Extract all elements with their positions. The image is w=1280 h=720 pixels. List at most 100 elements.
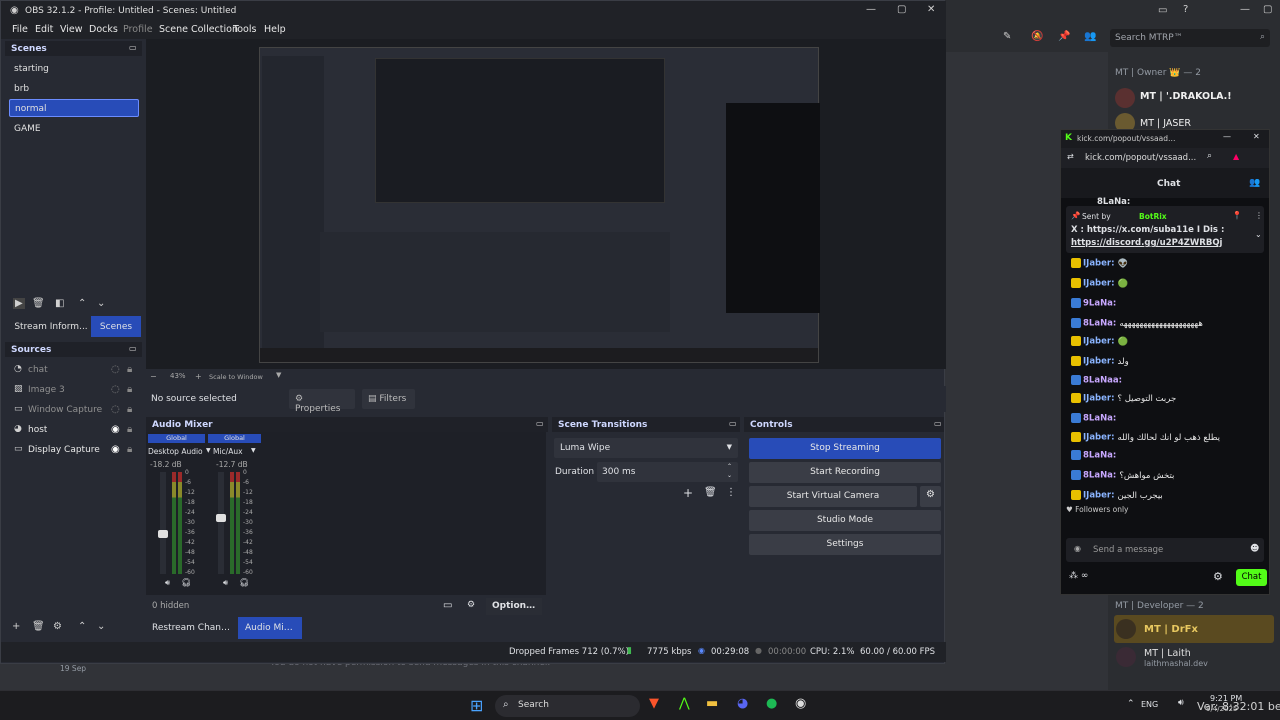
chevron-up-icon[interactable]: ⌃ [1127, 699, 1135, 709]
menu-profile[interactable]: Profile [123, 24, 153, 35]
stop-streaming-button[interactable]: Stop Streaming [749, 438, 941, 459]
undock-icon[interactable]: ▭ [536, 419, 544, 428]
mute-icon[interactable]: 🔕 [1031, 31, 1043, 42]
maximize-icon[interactable]: ▢ [897, 4, 906, 15]
folder-icon[interactable]: ▬ [706, 696, 718, 711]
scene-item-selected[interactable]: normal [9, 99, 139, 117]
up-icon[interactable]: ⌃ [78, 621, 86, 632]
extension-icon[interactable]: ▲ [1233, 152, 1239, 161]
zoom-minus-icon[interactable]: − [150, 372, 157, 381]
chat-username[interactable]: 8LaNa: [1083, 471, 1116, 481]
menu-view[interactable]: View [60, 24, 83, 35]
volume-slider-handle[interactable] [158, 530, 168, 539]
add-icon[interactable]: + [683, 486, 693, 500]
tab-restream-channels[interactable]: Restream Channels [146, 617, 236, 639]
lock-icon[interactable]: 🔒︎ [127, 424, 132, 435]
layout-icon[interactable]: ▭ [443, 600, 452, 611]
inbox-icon[interactable]: ▭ [1158, 5, 1167, 16]
undock-icon[interactable]: ▭ [934, 419, 942, 428]
preview-canvas[interactable] [259, 47, 820, 363]
source-item[interactable]: ▨ Image 3 ◌ 🔒︎ [11, 381, 141, 399]
eye-icon[interactable]: ◉ [111, 424, 120, 435]
filter-icon[interactable]: ◧ [55, 298, 64, 309]
chat-username[interactable]: 9LaNa: [1083, 299, 1116, 309]
studio-mode-button[interactable]: Studio Mode [749, 510, 941, 531]
pinned-line2[interactable]: https://discord.gg/u2P4ZWRBQj [1071, 238, 1222, 248]
monitor-icon[interactable]: 🎧︎ [181, 578, 191, 587]
virtual-camera-button[interactable]: Start Virtual Camera [749, 486, 917, 507]
eye-icon[interactable]: ◉ [111, 444, 120, 455]
start-recording-button[interactable]: Start Recording [749, 462, 941, 483]
properties-button[interactable]: ⚙ Properties [289, 389, 355, 414]
chat-username[interactable]: 8LaNa: [1083, 319, 1116, 329]
language-indicator[interactable]: ENG [1141, 700, 1158, 709]
duration-input[interactable]: 300 ms ⌃ ⌄ [597, 462, 738, 482]
preview-area[interactable]: − 43% + Scale to Window ▼ [146, 39, 946, 381]
source-item[interactable]: ◕ host ◉ 🔒︎ [11, 421, 141, 439]
tab-stream-information[interactable]: Stream Inform... [11, 317, 91, 337]
chat-url[interactable]: kick.com/popout/vssaad... [1085, 153, 1205, 163]
chat-send-button[interactable]: Chat [1236, 569, 1267, 586]
tab-scenes[interactable]: Scenes [91, 316, 141, 337]
volume-icon[interactable]: 🔊︎ [165, 578, 170, 588]
channel-name[interactable]: Desktop Audio [148, 447, 208, 456]
threads-icon[interactable]: ✎ [1003, 31, 1011, 42]
chat-username[interactable]: IJaber: [1083, 337, 1115, 347]
discord-search-input[interactable]: Search MTRP™ ⌕ [1110, 29, 1270, 47]
menu-help[interactable]: Help [264, 24, 286, 35]
member-owner2[interactable]: MT | JASER [1140, 118, 1191, 129]
chevron-down-icon[interactable]: ▼ [206, 447, 211, 454]
taskbar-search[interactable]: ⌕ Search [495, 695, 640, 717]
menu-docks[interactable]: Docks [89, 24, 118, 35]
lock-icon[interactable]: 🔒︎ [127, 384, 132, 395]
gear-icon[interactable]: ⚙ [53, 621, 62, 632]
source-item[interactable]: ▭ Display Capture ◉ 🔒︎ [11, 441, 141, 459]
chevron-down-icon[interactable]: ⌄ [1255, 230, 1262, 239]
scale-label[interactable]: Scale to Window [209, 373, 263, 381]
up-icon[interactable]: ⌃ [78, 298, 86, 309]
advanced-audio-icon[interactable]: ⚙ [467, 600, 475, 610]
member-dev2[interactable]: MT | Laith [1144, 648, 1191, 659]
chat-username[interactable]: IJaber: [1083, 357, 1115, 367]
zoom-plus-icon[interactable]: + [195, 372, 202, 381]
transition-select[interactable]: Luma Wipe ▼ [554, 438, 738, 458]
zoom-icon[interactable]: ⌕ [1207, 151, 1212, 161]
windows-icon[interactable]: ⊞ [470, 696, 483, 715]
tab-audio-mixer[interactable]: Audio Mixer [238, 617, 302, 639]
monitor-icon[interactable]: 🎧︎ [239, 578, 249, 587]
chat-username[interactable]: IJaber: [1083, 433, 1115, 443]
lock-icon[interactable]: 🔒︎ [127, 364, 132, 375]
minimize-icon[interactable]: — [866, 4, 876, 15]
menu-file[interactable]: File [12, 24, 28, 35]
emote-row[interactable] [1066, 518, 1264, 532]
discord-icon[interactable]: ◕ [737, 696, 748, 711]
unpin-icon[interactable]: 📍 [1232, 211, 1242, 220]
member-dev1[interactable]: MT | DrFx [1144, 624, 1198, 635]
eye-hidden-icon[interactable]: ◌ [111, 384, 120, 395]
chat-username[interactable]: 8LaNaa: [1083, 376, 1122, 386]
lock-icon[interactable]: 🔒︎ [127, 444, 132, 455]
scene-item[interactable]: brb [9, 80, 139, 98]
down-icon[interactable]: ⌄ [97, 621, 105, 632]
chat-username[interactable]: IJaber: [1083, 279, 1115, 289]
volume-icon[interactable]: 🔊︎ [1178, 698, 1184, 708]
minimize-icon[interactable]: — [1240, 4, 1250, 15]
chat-username[interactable]: 8LaNa: [1083, 451, 1116, 461]
volume-slider-handle[interactable] [216, 514, 226, 523]
gear-icon[interactable]: ⚙ [1213, 570, 1223, 583]
undock-icon[interactable]: ▭ [129, 344, 137, 353]
more-icon[interactable]: ⋮ [1255, 211, 1263, 220]
virtual-camera-settings-button[interactable]: ⚙ [920, 486, 941, 507]
trash-icon[interactable]: 🗑 [32, 298, 45, 309]
scene-item[interactable]: GAME [9, 120, 139, 138]
play-icon[interactable]: ▶ [13, 298, 25, 309]
message-input[interactable]: ◉ Send a message ☻ [1066, 538, 1264, 562]
scene-item[interactable]: starting [9, 60, 139, 78]
menu-edit[interactable]: Edit [35, 24, 53, 35]
volume-slider-track[interactable] [218, 472, 224, 574]
add-icon[interactable]: + [12, 621, 20, 632]
options-button[interactable]: Options ▾ [486, 598, 542, 615]
minimize-icon[interactable]: — [1223, 132, 1231, 141]
undock-icon[interactable]: ▭ [729, 419, 737, 428]
filters-button[interactable]: ▤ Filters [362, 389, 415, 409]
